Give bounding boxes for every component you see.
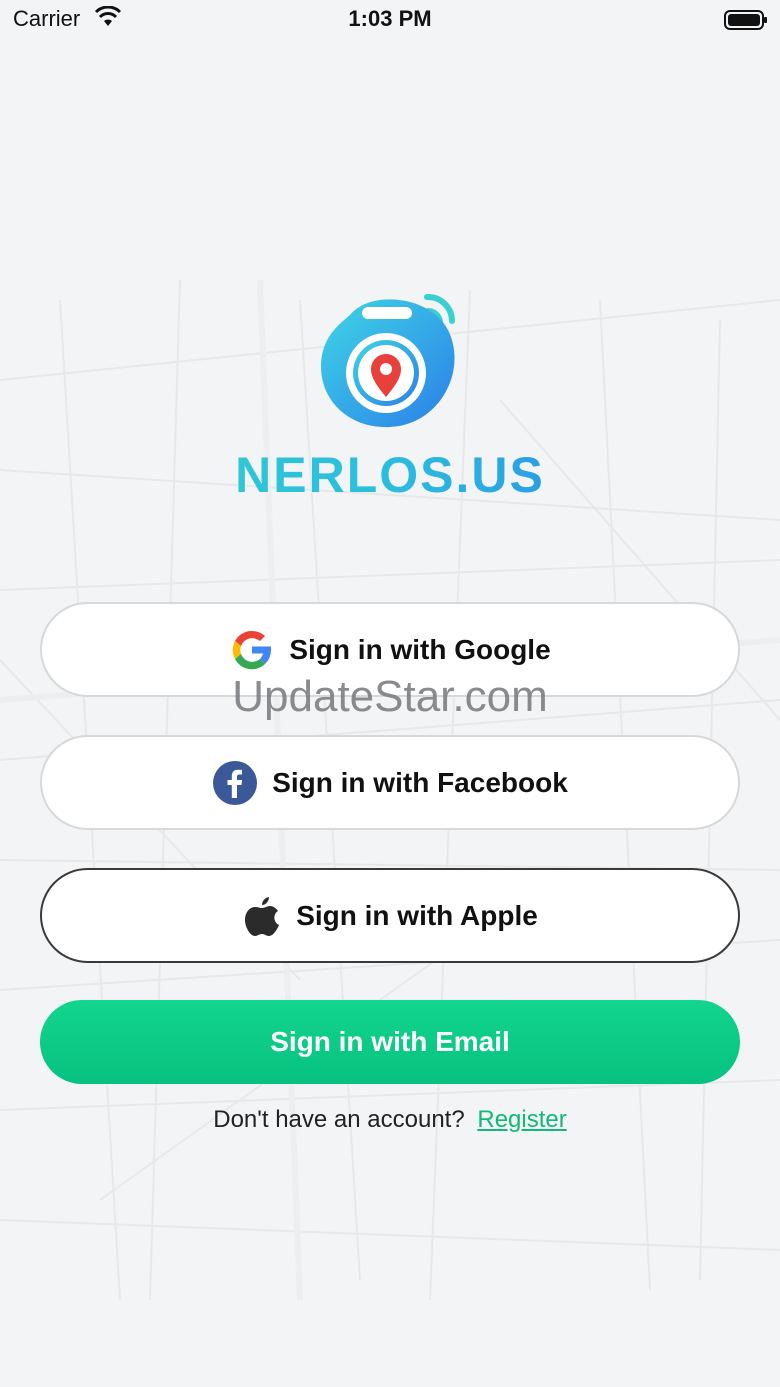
register-prompt-row: Don't have an account? Register	[0, 1106, 780, 1134]
google-icon	[229, 627, 275, 673]
battery-icon	[724, 9, 768, 36]
brand-name: NERLOS.US	[0, 446, 780, 504]
facebook-sign-in-label: Sign in with Facebook	[272, 766, 568, 798]
email-sign-in-label: Sign in with Email	[270, 1026, 510, 1057]
facebook-icon	[212, 760, 258, 806]
location-tracker-icon	[310, 285, 470, 440]
apple-icon	[242, 894, 282, 938]
clock-time: 1:03 PM	[348, 6, 432, 31]
facebook-sign-in-button[interactable]: Sign in with Facebook	[40, 735, 740, 830]
register-prompt: Don't have an account?	[213, 1106, 465, 1133]
register-link[interactable]: Register	[477, 1106, 566, 1133]
google-sign-in-label: Sign in with Google	[289, 633, 551, 665]
email-sign-in-button[interactable]: Sign in with Email	[40, 1000, 740, 1084]
status-bar: Carrier 1:03 PM	[0, 0, 780, 40]
apple-sign-in-label: Sign in with Apple	[296, 899, 538, 931]
watermark-text: UpdateStar.com	[232, 672, 548, 721]
apple-sign-in-button[interactable]: Sign in with Apple	[40, 868, 740, 963]
